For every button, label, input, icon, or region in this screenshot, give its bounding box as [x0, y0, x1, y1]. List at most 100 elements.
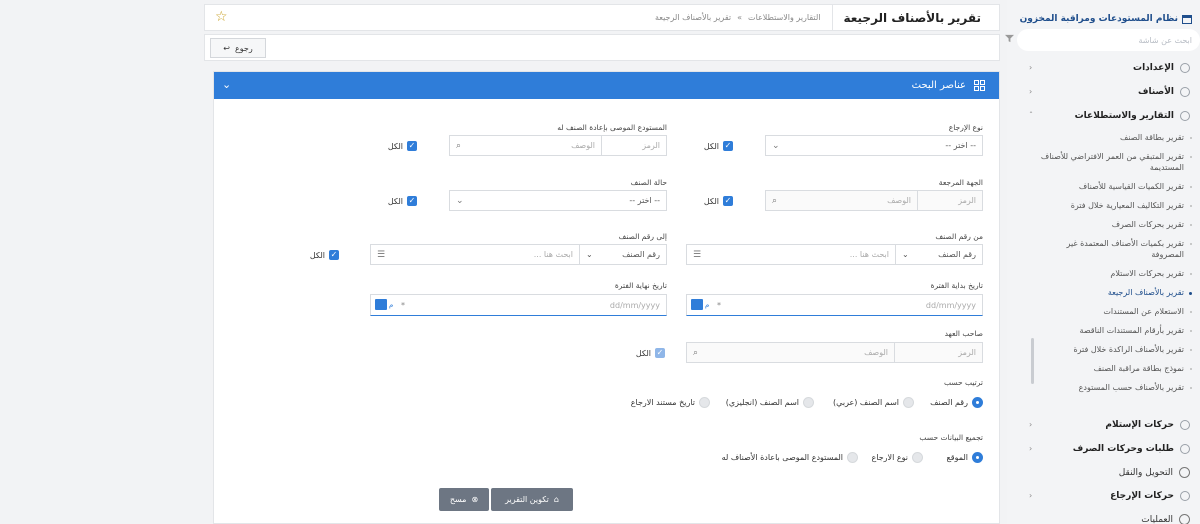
- search-icon[interactable]: ⌕: [456, 141, 461, 151]
- from-item-select[interactable]: رقم الصنف ⌄: [895, 245, 982, 264]
- start-date-input[interactable]: dd/mm/yyyy * م: [686, 294, 983, 316]
- custodian-desc[interactable]: الوصف: [858, 343, 894, 362]
- radio-icon: [972, 452, 983, 463]
- page-header: تقرير بالأصناف الرجيعة التقارير والاستطل…: [204, 4, 1000, 31]
- to-item-search[interactable]: ابحث هنا ...: [528, 245, 579, 264]
- warehouse-lookup[interactable]: الرمز الوصف ⌕: [449, 135, 667, 156]
- chevron-left-icon: ‹: [1029, 63, 1033, 72]
- returns-icon: [1180, 491, 1190, 501]
- app-title[interactable]: نظام المستودعات ومراقبة المخزون: [1007, 0, 1200, 28]
- from-item-lookup[interactable]: رقم الصنف ⌄ ابحث هنا ... ☰: [686, 244, 983, 265]
- sort-option-return-date[interactable]: تاريخ مستند الارجاع: [631, 397, 710, 408]
- list-search-icon[interactable]: ☰: [693, 250, 701, 260]
- return-type-all-checkbox[interactable]: ✓ الكل: [704, 141, 733, 151]
- status-label: حالة الصنف: [630, 178, 667, 187]
- calendar-icon[interactable]: م: [375, 299, 393, 310]
- favorite-star-icon[interactable]: ☆: [215, 9, 228, 25]
- operations-icon: [1179, 514, 1190, 524]
- filter-icon[interactable]: [1005, 34, 1014, 43]
- radio-icon: [903, 397, 914, 408]
- search-icon[interactable]: ⌕: [772, 196, 777, 206]
- status-select[interactable]: -- اختر -- ⌄: [449, 190, 667, 211]
- sidebar-subitem[interactable]: تقرير الكميات القياسية للأصناف: [1007, 177, 1200, 196]
- group-option-warehouse[interactable]: المستودع الموصى باعادة الأصناف له: [722, 452, 858, 463]
- back-button[interactable]: رجوع ↩: [210, 38, 266, 58]
- chevron-left-icon: ‹: [1029, 491, 1033, 500]
- chevron-up-icon: ˆ: [1029, 111, 1033, 120]
- chevron-down-icon[interactable]: ⌄: [222, 78, 231, 91]
- sidebar-item-returns[interactable]: حركات الإرجاع ‹: [1007, 484, 1200, 508]
- custodian-all-checkbox[interactable]: ✓ الكل: [636, 348, 665, 358]
- custodian-label: صاحب العهد: [944, 329, 983, 338]
- sidebar-item-settings[interactable]: الإعدادات ‹: [1007, 56, 1200, 80]
- clear-button[interactable]: ⊗ مسح: [439, 488, 489, 511]
- chevron-left-icon: ‹: [1029, 87, 1033, 96]
- party-all-checkbox[interactable]: ✓ الكل: [704, 196, 733, 206]
- group-option-return-type[interactable]: نوع الارجاع: [872, 452, 923, 463]
- from-item-label: من رقم الصنف: [935, 232, 983, 241]
- custodian-lookup[interactable]: الرمز الوصف ⌕: [686, 342, 983, 363]
- warehouse-code[interactable]: الرمز: [601, 136, 666, 155]
- to-item-select[interactable]: رقم الصنف ⌄: [579, 245, 666, 264]
- sidebar-subitem[interactable]: تقرير بالأصناف حسب المستودع: [1007, 378, 1200, 397]
- generate-report-button[interactable]: ⌂ تكوين التقرير: [491, 488, 573, 511]
- sort-option-name-en[interactable]: اسم الصنف (انجليزي): [726, 397, 814, 408]
- to-item-label: إلى رقم الصنف: [618, 232, 668, 241]
- sidebar-subitem[interactable]: تقرير بحركات الصرف: [1007, 215, 1200, 234]
- sidebar-subitem[interactable]: تقرير بأرقام المستندات الناقصة: [1007, 321, 1200, 340]
- receipt-icon: [1180, 420, 1190, 430]
- sidebar-subitem[interactable]: تقرير بطاقة الصنف: [1007, 128, 1200, 147]
- sidebar-item-receipts[interactable]: حركات الإستلام ‹: [1007, 413, 1200, 437]
- group-option-location[interactable]: الموقع: [947, 452, 983, 463]
- custodian-code[interactable]: الرمز: [894, 343, 982, 362]
- chevron-down-icon: ⌄: [772, 141, 780, 151]
- sidebar-subitem-active[interactable]: تقرير بالأصناف الرجيعة: [1007, 283, 1200, 302]
- sort-option-item-number[interactable]: رقم الصنف: [930, 397, 983, 408]
- items-all-checkbox[interactable]: ✓ الكل: [310, 250, 339, 260]
- sidebar-item-issues[interactable]: طلبات وحركات الصرف ‹: [1007, 437, 1200, 461]
- chevron-down-icon: ⌄: [456, 196, 464, 206]
- radio-icon: [699, 397, 710, 408]
- chevron-down-icon: ⌄: [902, 250, 909, 259]
- end-date-input[interactable]: dd/mm/yyyy * م: [370, 294, 667, 316]
- sidebar-subitem[interactable]: تقرير بكميات الأصناف المعتمدة غير المصرو…: [1007, 234, 1200, 264]
- calendar-icon[interactable]: م: [691, 299, 709, 310]
- chevron-left-icon: ‹: [1029, 444, 1033, 453]
- party-code[interactable]: الرمز: [917, 191, 982, 210]
- from-item-search[interactable]: ابحث هنا ...: [844, 245, 895, 264]
- sidebar-subitem[interactable]: نموذج بطاقة مراقبة الصنف: [1007, 359, 1200, 378]
- status-all-checkbox[interactable]: ✓ الكل: [388, 196, 417, 206]
- sidebar-item-operations[interactable]: العمليات: [1007, 508, 1200, 524]
- sidebar: نظام المستودعات ومراقبة المخزون ابحث عن …: [1005, 0, 1200, 524]
- sidebar-subitem[interactable]: الاستعلام عن المستندات: [1007, 302, 1200, 321]
- search-panel-header[interactable]: عناصر البحث ⌄: [214, 72, 999, 99]
- sidebar-subitem[interactable]: تقرير بحركات الاستلام: [1007, 264, 1200, 283]
- submenu-scrollbar[interactable]: [1031, 338, 1034, 384]
- sidebar-subitem[interactable]: تقرير المتبقي من العمر الافتراضي للأصناف…: [1007, 147, 1200, 177]
- warehouse-desc[interactable]: الوصف: [565, 136, 601, 155]
- breadcrumb-item[interactable]: التقارير والاستطلاعات: [748, 13, 820, 22]
- return-type-select[interactable]: -- اختر -- ⌄: [765, 135, 983, 156]
- warehouse-all-checkbox[interactable]: ✓ الكل: [388, 141, 417, 151]
- warehouse-icon: [1182, 14, 1192, 24]
- check-icon: ✓: [723, 196, 733, 206]
- sort-option-name-ar[interactable]: اسم الصنف (عربي): [833, 397, 914, 408]
- search-panel: عناصر البحث ⌄ نوع الإرجاع -- اختر -- ⌄ ✓…: [213, 71, 1000, 524]
- sidebar-menu: الإعدادات ‹ الأصناف ‹ التقارير والاستطلا…: [1007, 56, 1200, 524]
- radio-icon: [847, 452, 858, 463]
- search-icon[interactable]: ⌕: [693, 348, 698, 358]
- sidebar-subitem[interactable]: تقرير بالأصناف الراكدة خلال فترة: [1007, 340, 1200, 359]
- party-desc[interactable]: الوصف: [881, 191, 917, 210]
- list-search-icon[interactable]: ☰: [377, 250, 385, 260]
- screen-search-input[interactable]: ابحث عن شاشة: [1017, 29, 1200, 51]
- start-date-label: تاريخ بداية الفترة: [930, 281, 983, 290]
- sidebar-item-transfer[interactable]: التحويل والنقل: [1007, 461, 1200, 484]
- sidebar-item-items[interactable]: الأصناف ‹: [1007, 80, 1200, 104]
- chevron-down-icon: ⌄: [586, 250, 593, 259]
- issue-icon: [1180, 444, 1190, 454]
- sidebar-item-reports[interactable]: التقارير والاستطلاعات ˆ: [1007, 104, 1200, 128]
- party-lookup[interactable]: الرمز الوصف ⌕: [765, 190, 983, 211]
- to-item-lookup[interactable]: رقم الصنف ⌄ ابحث هنا ... ☰: [370, 244, 667, 265]
- back-arrow-icon: ↩: [223, 43, 230, 53]
- sidebar-subitem[interactable]: تقرير التكاليف المعيارية خلال فترة: [1007, 196, 1200, 215]
